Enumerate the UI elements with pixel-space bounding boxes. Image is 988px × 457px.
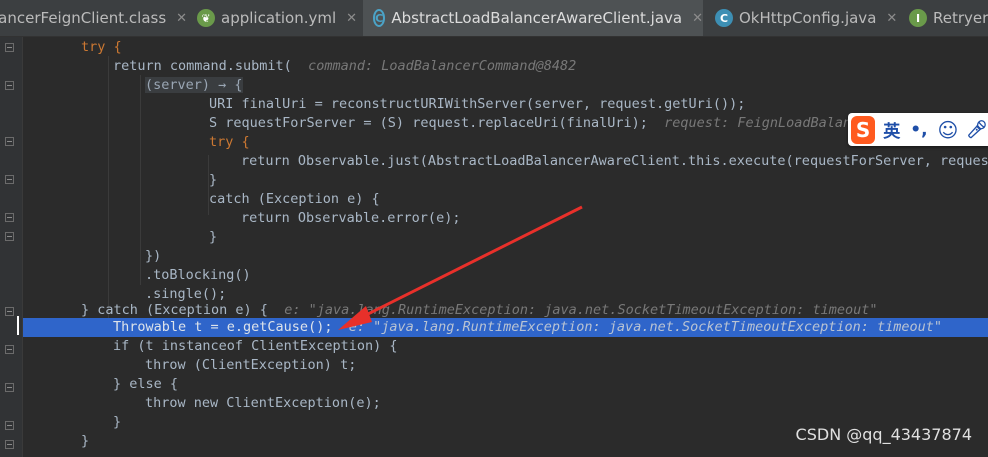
fold-marker-icon[interactable] xyxy=(5,137,14,146)
smiley-icon[interactable]: ☺ xyxy=(938,118,959,142)
fold-marker-icon[interactable] xyxy=(5,81,14,90)
code-text: Throwable t = e.getCause(); xyxy=(113,319,333,335)
code-text: } xyxy=(113,414,122,430)
fold-marker-icon[interactable] xyxy=(5,213,14,222)
code-text: }) xyxy=(145,248,162,264)
watermark: CSDN @qq_43437874 xyxy=(795,425,972,444)
ime-punctuation-toggle[interactable]: •, xyxy=(910,120,927,140)
abstract-class-icon: C xyxy=(373,9,386,27)
code-text: try { xyxy=(81,39,122,55)
class-icon: C xyxy=(715,9,733,27)
close-icon[interactable]: ✕ xyxy=(886,11,897,26)
code-text: return Observable.error(e); xyxy=(241,210,461,226)
code-line[interactable]: throw (ClientException) t; xyxy=(23,356,988,375)
code-text: try { xyxy=(209,134,250,150)
tab-okhttpconfig-java[interactable]: C OkHttpConfig.java ✕ xyxy=(705,0,901,36)
inline-debug-hint: e: "java.lang.RuntimeException: java.net… xyxy=(284,302,878,318)
code-line[interactable]: try { xyxy=(23,133,988,152)
code-line[interactable]: if (t instanceof ClientException) { xyxy=(23,337,988,356)
fold-marker-icon[interactable] xyxy=(5,421,14,430)
code-editor[interactable]: try { return command.submit( command: Lo… xyxy=(23,37,988,457)
lambda-fold[interactable]: (server) → { xyxy=(145,77,243,93)
code-text: return command.submit( xyxy=(113,58,292,74)
fold-marker-icon[interactable] xyxy=(5,345,14,354)
fold-marker-icon[interactable] xyxy=(5,383,14,392)
tab-abstractloadbalancerawareclient-java[interactable]: C AbstractLoadBalancerAwareClient.java ✕ xyxy=(363,0,703,36)
tab-label: Retryer xyxy=(933,9,988,27)
interface-icon: I xyxy=(909,9,927,27)
tab-label: lancerFeignClient.class xyxy=(0,9,167,27)
code-text: return Observable.just(AbstractLoadBalan… xyxy=(241,153,988,169)
code-text: } xyxy=(209,229,218,245)
code-line[interactable]: return Observable.error(e); xyxy=(23,209,988,228)
tab-retryer[interactable]: I Retryer xyxy=(903,0,988,36)
code-text: if (t instanceof ClientException) { xyxy=(113,338,398,354)
code-text: throw (ClientException) t; xyxy=(145,357,357,373)
code-line[interactable]: catch (Exception e) { xyxy=(23,190,988,209)
inline-debug-hint: request: FeignLoadBalanc xyxy=(664,115,860,131)
microphone-icon[interactable]: 🎤︎ xyxy=(966,120,988,140)
tab-label: application.yml xyxy=(221,9,337,27)
code-line[interactable]: } xyxy=(23,228,988,247)
ime-toolbar[interactable]: S 英 •, ☺ 🎤︎ xyxy=(848,113,988,146)
inline-debug-hint: command: LoadBalancerCommand@8482 xyxy=(308,58,577,74)
code-line[interactable]: .toBlocking() xyxy=(23,266,988,285)
text-caret xyxy=(17,316,19,335)
code-line[interactable]: }) xyxy=(23,247,988,266)
code-text: } else { xyxy=(113,376,179,392)
code-line[interactable]: } xyxy=(23,171,988,190)
code-text: throw new ClientException(e); xyxy=(145,395,381,411)
code-line[interactable]: URI finalUri = reconstructURIWithServer(… xyxy=(23,95,988,114)
tab-label: AbstractLoadBalancerAwareClient.java xyxy=(391,9,683,27)
code-line[interactable]: (server) → { xyxy=(23,76,988,95)
spring-leaf-icon: ❦ xyxy=(197,9,215,27)
code-text: .toBlocking() xyxy=(145,267,251,283)
current-execution-line[interactable]: Throwable t = e.getCause(); e: "java.lan… xyxy=(23,318,988,337)
fold-marker-icon[interactable] xyxy=(5,440,14,449)
close-icon[interactable]: ✕ xyxy=(346,11,357,26)
fold-marker-icon[interactable] xyxy=(5,307,14,316)
code-line[interactable]: S requestForServer = (S) request.replace… xyxy=(23,114,988,133)
code-text: S requestForServer = (S) request.replace… xyxy=(209,115,648,131)
close-icon[interactable]: ✕ xyxy=(692,11,703,26)
code-line[interactable]: try { xyxy=(23,38,988,57)
code-line[interactable]: return Observable.just(AbstractLoadBalan… xyxy=(23,152,988,171)
editor-gutter xyxy=(0,37,23,457)
close-icon[interactable]: ✕ xyxy=(176,11,187,26)
tab-lancerfeignclient-class[interactable]: lancerFeignClient.class ✕ xyxy=(0,0,192,36)
code-text: URI finalUri = reconstructURIWithServer(… xyxy=(209,96,746,112)
code-text: } catch (Exception e) { xyxy=(81,302,268,318)
ime-language-toggle[interactable]: 英 xyxy=(883,117,900,142)
fold-marker-icon[interactable] xyxy=(5,232,14,241)
code-line[interactable]: } else { xyxy=(23,375,988,394)
editor-tab-bar: lancerFeignClient.class ✕ ❦ application.… xyxy=(0,0,988,37)
inline-debug-hint: e: "java.lang.RuntimeException: java.net… xyxy=(348,319,943,335)
code-text: .single(); xyxy=(145,286,227,302)
code-text: catch (Exception e) { xyxy=(209,191,380,207)
code-line[interactable]: return command.submit( command: LoadBala… xyxy=(23,57,988,76)
tab-application-yml[interactable]: ❦ application.yml ✕ xyxy=(197,0,361,36)
fold-marker-icon[interactable] xyxy=(5,175,14,184)
fold-marker-icon[interactable] xyxy=(5,43,14,52)
tab-label: OkHttpConfig.java xyxy=(739,9,877,27)
code-text: } xyxy=(209,172,218,188)
code-text: } xyxy=(81,433,90,449)
code-line[interactable]: throw new ClientException(e); xyxy=(23,394,988,413)
sogou-logo-icon[interactable]: S xyxy=(851,115,876,144)
